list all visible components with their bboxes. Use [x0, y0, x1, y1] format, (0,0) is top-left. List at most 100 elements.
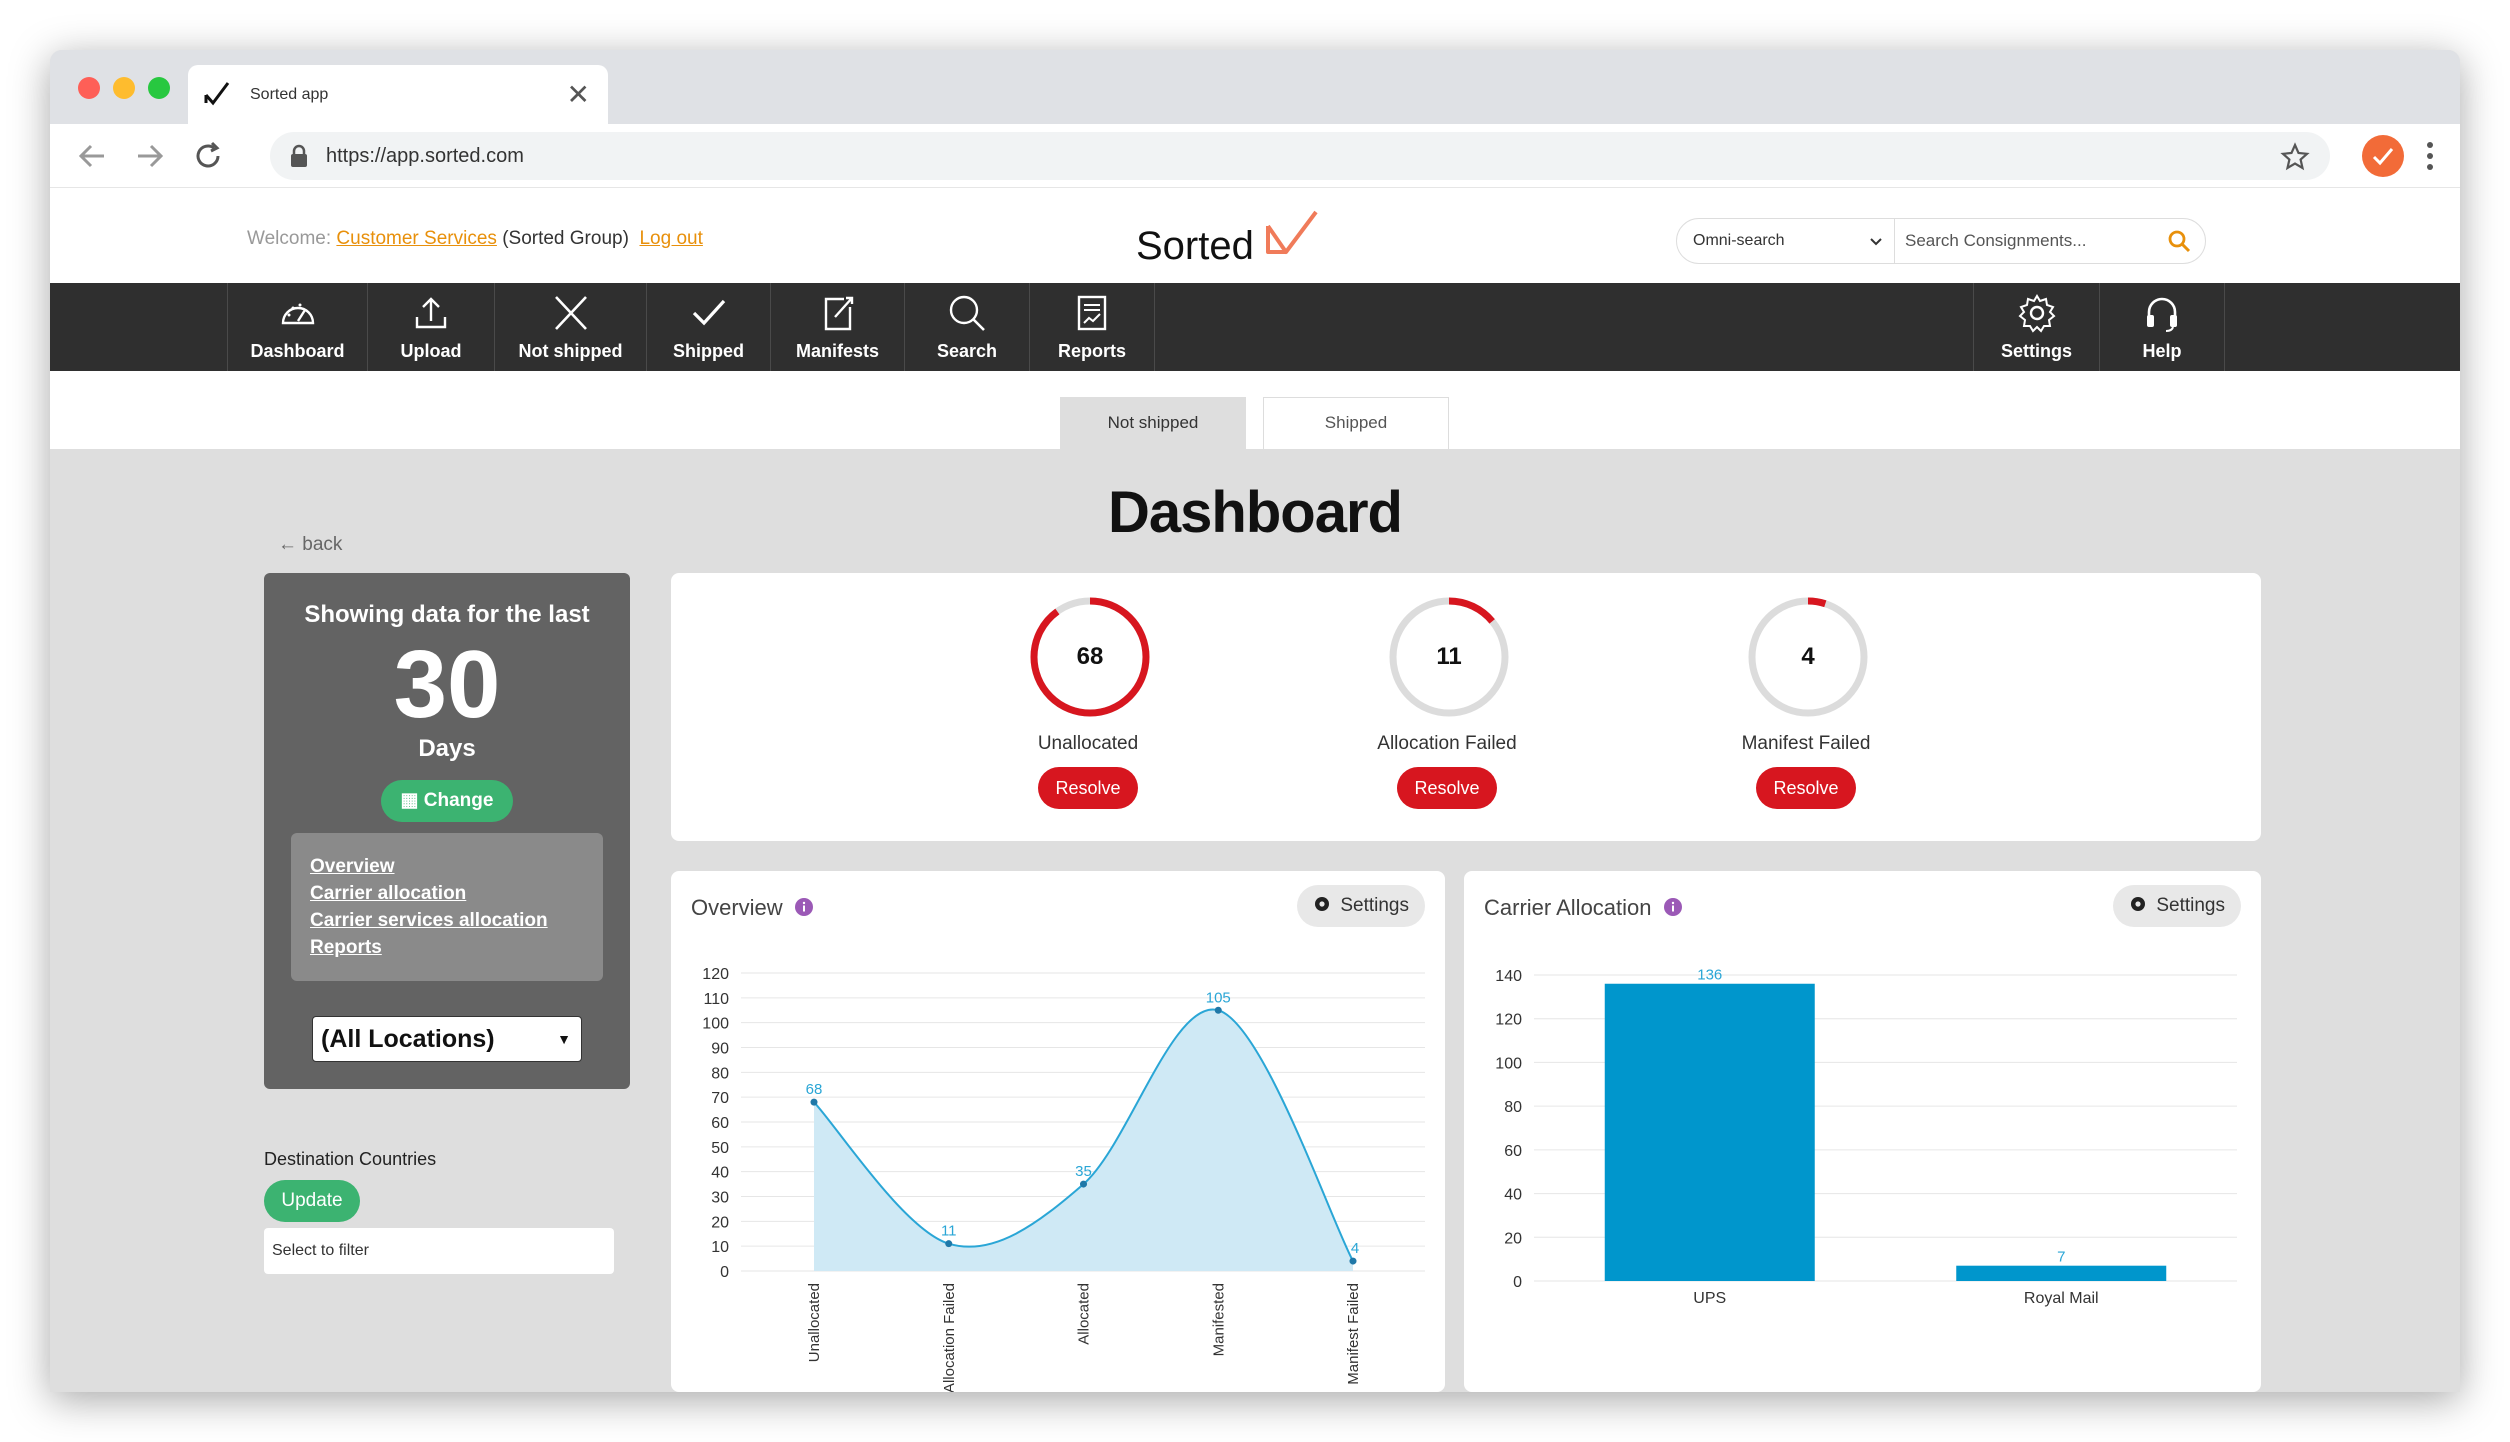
- reload-icon[interactable]: [190, 138, 226, 174]
- y-tick-label: 10: [711, 1239, 729, 1256]
- data-point: [810, 1098, 818, 1106]
- nav-label-upload: Upload: [400, 341, 462, 361]
- location-select[interactable]: (All Locations) ▼: [312, 1016, 582, 1062]
- caret-down-icon: ▼: [557, 1031, 571, 1047]
- address-bar[interactable]: https://app.sorted.com: [270, 132, 2330, 180]
- forward-arrow-icon[interactable]: [132, 138, 168, 174]
- y-tick-label: 40: [711, 1165, 729, 1182]
- nav-label-dashboard: Dashboard: [250, 341, 345, 361]
- consignment-search-input[interactable]: [1905, 219, 2155, 263]
- y-tick-label: 100: [1495, 1055, 1522, 1072]
- link-carrier-services-allocation[interactable]: Carrier services allocation: [310, 907, 584, 934]
- nav-item-search[interactable]: Search: [904, 283, 1029, 371]
- nav-label-settings: Settings: [2000, 341, 2072, 361]
- nav-item-reports[interactable]: Reports: [1029, 283, 1155, 371]
- nav-label-search: Search: [936, 341, 998, 361]
- nav-item-settings[interactable]: Settings: [1973, 283, 2099, 371]
- browser-menu-icon[interactable]: [2418, 138, 2442, 174]
- back-link[interactable]: ← back: [278, 534, 342, 556]
- data-label: 11: [941, 1223, 957, 1240]
- nav-item-manifests[interactable]: Manifests: [770, 283, 904, 371]
- data-label: 35: [1075, 1163, 1092, 1180]
- resolve-unallocated-button[interactable]: Resolve: [1038, 767, 1138, 809]
- data-point: [1349, 1257, 1357, 1265]
- window-maximize-button[interactable]: [148, 77, 170, 99]
- subtab-bar: Not shipped Shipped: [50, 371, 2460, 449]
- brand-logo[interactable]: Sorted: [1136, 204, 1336, 274]
- bookmark-star-icon[interactable]: [2280, 142, 2310, 172]
- headset-icon: [2147, 297, 2177, 332]
- destination-filter-input[interactable]: [264, 1228, 614, 1274]
- user-name-link[interactable]: Customer Services: [336, 228, 497, 249]
- nav-item-not-shipped[interactable]: Not shipped: [494, 283, 646, 371]
- stat-label: Unallocated: [1037, 733, 1139, 754]
- link-overview[interactable]: Overview: [310, 853, 584, 880]
- nav-item-shipped[interactable]: Shipped: [646, 283, 770, 371]
- data-point: [1080, 1180, 1087, 1188]
- carrier-settings-button[interactable]: Settings: [2113, 885, 2241, 927]
- x-tick-label: Manifested: [1210, 1283, 1227, 1356]
- carrier-allocation-chart-card: 0 20 40 60 80 100 120 140 136 UPS 7 Royal Mail Carr…: [1464, 871, 2261, 1392]
- nav-label-help: Help: [2142, 341, 2182, 361]
- browser-window: Sorted app ✕ https://app.sorted.com Welc…: [50, 50, 2460, 1392]
- back-arrow-icon[interactable]: [74, 138, 110, 174]
- omni-search-select[interactable]: Omni-search: [1677, 219, 1895, 263]
- resolve-manifest-failed-button[interactable]: Resolve: [1756, 767, 1856, 809]
- subtab-shipped[interactable]: Shipped: [1263, 397, 1449, 449]
- check-icon: [692, 299, 725, 326]
- data-label: 4: [1351, 1240, 1359, 1257]
- back-link-label: back: [302, 534, 343, 555]
- stat-unallocated: 68 Unallocated Resolve: [968, 595, 1208, 825]
- link-reports[interactable]: Reports: [310, 934, 584, 961]
- update-button[interactable]: Update: [264, 1180, 360, 1222]
- tab-close-icon[interactable]: ✕: [567, 81, 590, 109]
- overview-chart-card: 0 10 20 30 40 50 60 70 80 90 100 110 120 68 Unallocate…: [671, 871, 1445, 1392]
- subtab-not-shipped[interactable]: Not shipped: [1060, 397, 1246, 449]
- x-tick-label: Royal Mail: [2024, 1290, 2099, 1307]
- nav-item-dashboard[interactable]: Dashboard: [227, 283, 367, 371]
- stat-value: 4: [1801, 643, 1815, 670]
- carrier-settings-label: Settings: [2156, 895, 2225, 916]
- upload-icon: [415, 297, 447, 329]
- y-tick-label: 30: [711, 1190, 729, 1207]
- gear-icon: [2131, 897, 2146, 912]
- logout-link[interactable]: Log out: [639, 228, 702, 249]
- link-carrier-allocation[interactable]: Carrier allocation: [310, 880, 584, 907]
- y-tick-label: 0: [1513, 1274, 1522, 1291]
- browser-tab[interactable]: Sorted app ✕: [188, 65, 608, 124]
- gear-icon: [2018, 294, 2055, 333]
- nav-item-help[interactable]: Help: [2099, 283, 2225, 371]
- y-tick-label: 90: [711, 1041, 729, 1058]
- bar: [1956, 1265, 2167, 1281]
- welcome-prefix: Welcome:: [247, 228, 332, 249]
- overview-settings-button[interactable]: Settings: [1297, 885, 1425, 927]
- change-period-button[interactable]: ▦ Change: [381, 780, 513, 822]
- overview-settings-label: Settings: [1340, 895, 1409, 916]
- info-icon[interactable]: [1663, 898, 1682, 917]
- data-point: [945, 1240, 953, 1248]
- search-icon[interactable]: [2167, 229, 2191, 253]
- stat-value: 11: [1436, 643, 1462, 670]
- nav-label-manifests: Manifests: [795, 341, 880, 361]
- y-tick-label: 120: [702, 966, 729, 983]
- info-icon[interactable]: [794, 898, 813, 917]
- browser-toolbar: https://app.sorted.com: [50, 124, 2460, 188]
- dashboard-gauge-icon: [281, 303, 314, 325]
- y-tick-label: 80: [1504, 1099, 1522, 1116]
- y-tick-label: 20: [711, 1214, 729, 1231]
- resolve-allocation-failed-button[interactable]: Resolve: [1397, 767, 1497, 809]
- y-tick-label: 140: [1495, 968, 1522, 985]
- page-title: Dashboard: [1108, 480, 1403, 545]
- manifest-icon: [824, 296, 853, 331]
- carrier-allocation-chart: 0 20 40 60 80 100 120 140 136 UPS 7 Royal Mail: [1495, 967, 2237, 1307]
- window-minimize-button[interactable]: [113, 77, 135, 99]
- y-tick-label: 110: [703, 991, 729, 1008]
- nav-item-upload[interactable]: Upload: [367, 283, 494, 371]
- brand-name: Sorted: [1136, 224, 1254, 268]
- browser-tab-title: Sorted app: [250, 86, 329, 103]
- window-close-button[interactable]: [78, 77, 100, 99]
- user-group: (Sorted Group): [502, 228, 629, 249]
- y-tick-label: 50: [711, 1140, 729, 1157]
- omni-search-group: Omni-search: [1676, 218, 2206, 264]
- sorted-extension-icon[interactable]: [2362, 135, 2404, 177]
